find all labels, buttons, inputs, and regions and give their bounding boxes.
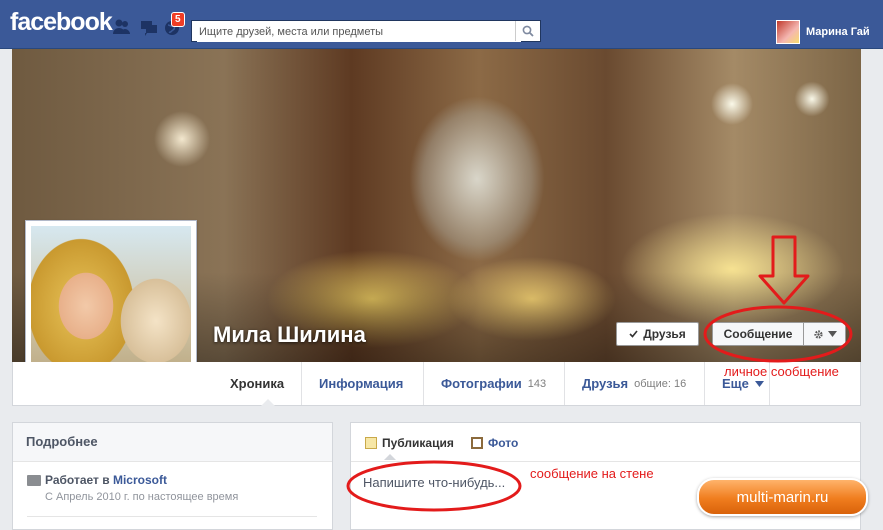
work-period: С Апрель 2010 г. по настоящее время [45,491,239,503]
tab-friends-count: общие: 16 [634,377,687,390]
tab-photos-label: Фотографии [441,376,522,391]
chevron-down-icon [827,331,837,337]
messages-icon[interactable] [139,17,159,37]
tab-photos[interactable]: Фотографии 143 [424,362,565,405]
gear-icon [813,329,823,339]
friends-button-label: Друзья [643,327,686,341]
tab-friends-label: Друзья [582,376,629,391]
tab-timeline[interactable]: Хроника [213,362,302,405]
wall-message-annotation: сообщение на стене [530,466,654,481]
work-company-link[interactable]: Microsoft [113,473,167,487]
friend-requests-icon[interactable] [112,17,132,37]
work-title: Работает в Microsoft [45,473,167,487]
private-message-annotation: личное сообщение [724,364,839,379]
search-icon [522,25,534,37]
notifications-badge: 5 [171,12,185,27]
user-name: Марина Гай [806,26,870,38]
composer-tab-photo-label: Фото [488,436,519,450]
message-button-label: Сообщение [723,327,793,341]
chevron-down-icon [754,380,764,387]
composer-input[interactable]: Напишите что-нибудь... [363,475,505,490]
divider [27,516,317,517]
active-tab-indicator [261,399,275,406]
briefcase-icon [27,475,41,486]
composer-tab-post-label: Публикация [382,436,454,450]
tab-timeline-label: Хроника [230,376,285,391]
composer-tabs: Публикация Фото [351,423,860,462]
tab-friends[interactable]: Друзья общие: 16 [565,362,705,405]
profile-options-button[interactable] [804,322,846,346]
tab-info-label: Информация [319,376,404,391]
friends-button[interactable]: Друзья [616,322,699,346]
status-note-icon [365,437,377,449]
about-card-title: Подробнее [13,423,332,462]
composer-tab-photo[interactable]: Фото [471,436,518,450]
composer-tab-indicator [384,454,396,460]
top-bar: facebook 5 Марина Гай [0,0,883,49]
facebook-logo[interactable]: facebook [10,8,113,37]
search-input[interactable] [197,22,521,42]
photo-icon [471,437,483,449]
tab-photos-count: 143 [527,377,547,390]
search-button[interactable] [515,21,540,41]
search-box [191,20,541,42]
site-watermark: multi-marin.ru [697,478,868,516]
composer-tab-post[interactable]: Публикация [365,436,454,450]
about-card: Подробнее Работает в Microsoft С Апрель … [12,422,333,530]
user-avatar [776,20,800,44]
checkmark-icon [629,330,638,338]
profile-name[interactable]: Мила Шилина [213,322,366,348]
message-button[interactable]: Сообщение [712,322,804,346]
tab-info[interactable]: Информация [302,362,424,405]
user-profile-link[interactable]: Марина Гай [776,20,870,44]
work-prefix: Работает в [45,473,110,487]
